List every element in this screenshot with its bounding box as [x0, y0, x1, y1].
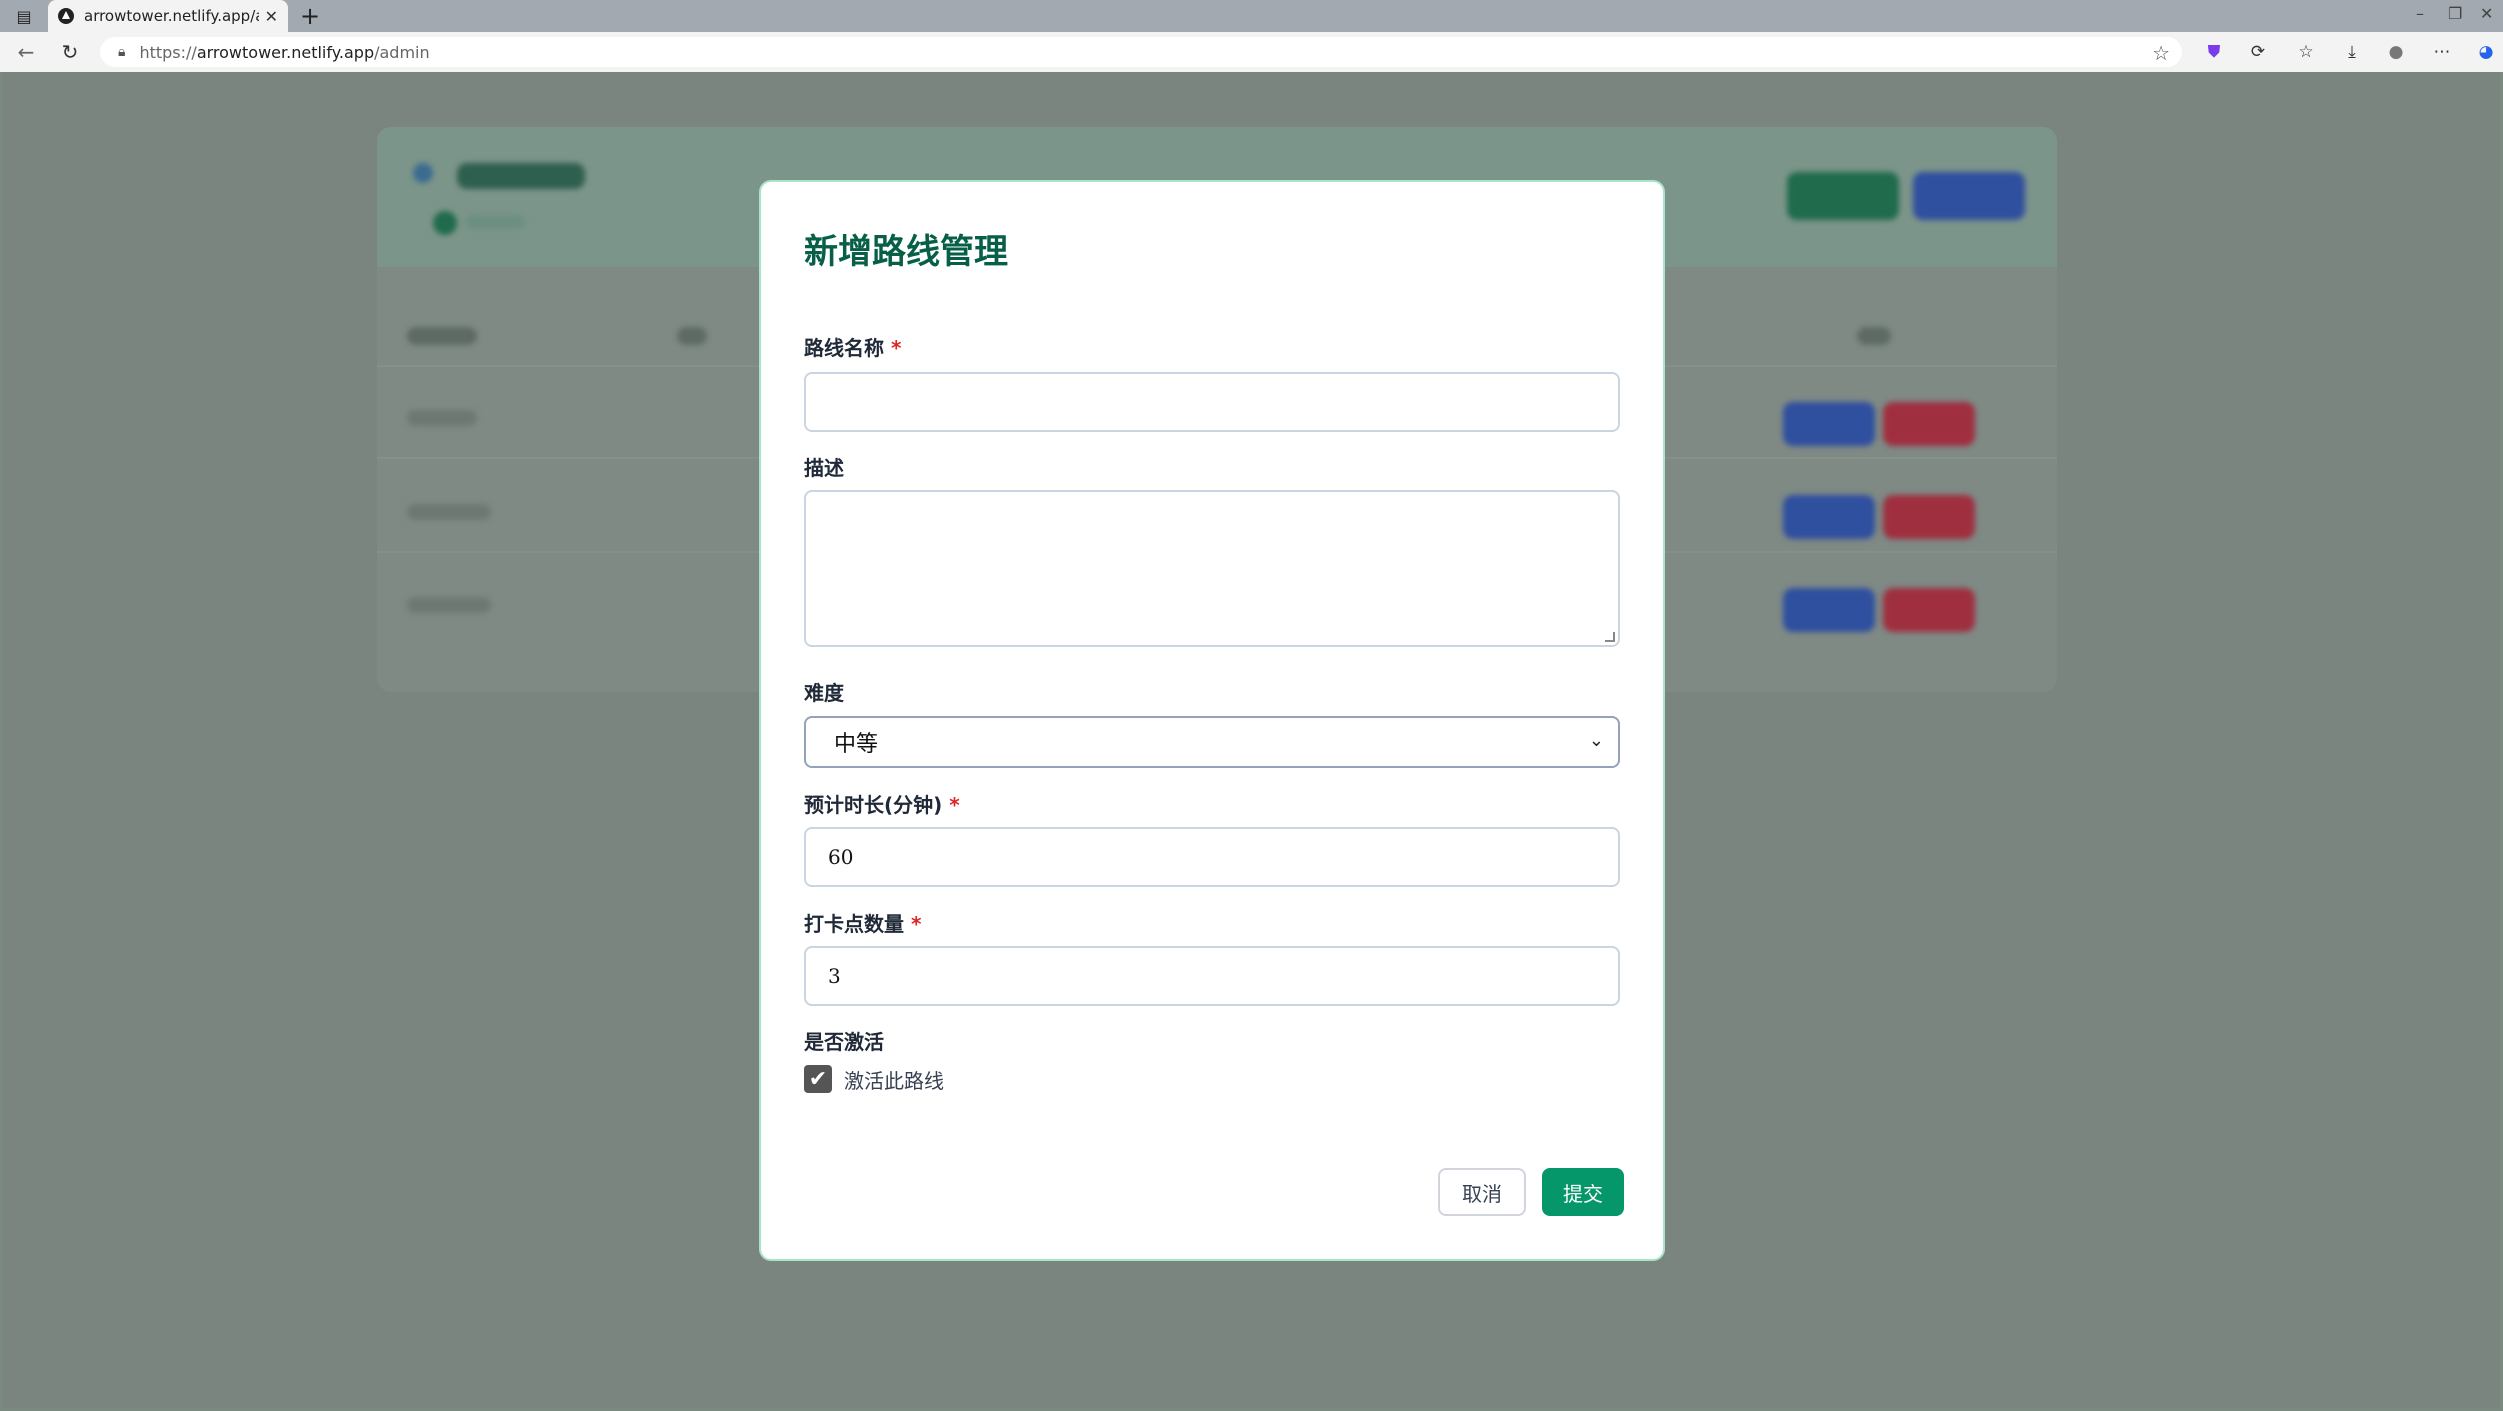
checkmark-icon: ✔ — [808, 1066, 828, 1092]
background-col-header-blur — [1857, 327, 1891, 345]
checkpoints-input[interactable]: 3 — [804, 946, 1620, 1006]
back-icon[interactable]: ← — [12, 38, 40, 66]
downloads-icon[interactable]: ⤓ — [2340, 40, 2364, 64]
new-tab-icon[interactable]: + — [300, 2, 320, 30]
description-label: 描述 — [804, 456, 844, 480]
background-edit-button-blur — [1783, 495, 1875, 539]
background-subtitle-blur — [465, 215, 525, 229]
description-textarea[interactable] — [804, 490, 1620, 647]
route-name-input[interactable] — [804, 372, 1620, 432]
difficulty-select[interactable]: 中等 ⌄ — [804, 716, 1620, 768]
window-close-icon[interactable]: ✕ — [2480, 4, 2493, 23]
modal-title: 新增路线管理 — [804, 232, 1008, 272]
chevron-down-icon: ⌄ — [1588, 730, 1604, 751]
required-mark: * — [949, 793, 960, 817]
background-edit-button-blur — [1783, 402, 1875, 446]
checkpoints-label: 打卡点数量 * — [804, 912, 922, 936]
difficulty-label: 难度 — [804, 681, 844, 705]
required-mark: * — [910, 912, 922, 936]
background-delete-button-blur — [1883, 588, 1975, 632]
minimize-icon[interactable]: – — [2416, 4, 2424, 23]
reload-icon[interactable]: ↻ — [56, 38, 84, 66]
active-label: 是否激活 — [804, 1030, 884, 1054]
active-checkbox[interactable]: ✔ — [804, 1065, 832, 1093]
profile-avatar-icon[interactable]: ● — [2384, 40, 2408, 64]
add-route-modal: 新增路线管理 路线名称 * 描述 难度 中等 ⌄ 预计时长(分钟) * 60 打… — [759, 180, 1665, 1261]
background-cell-blur — [407, 504, 491, 520]
resize-grip-icon[interactable] — [1605, 632, 1615, 642]
background-badge-blur — [433, 211, 457, 235]
tab-title: arrowtower.netlify.app/ad — [84, 7, 259, 25]
restore-icon[interactable]: ❐ — [2448, 4, 2462, 23]
extensions-icon[interactable]: ⟳ — [2246, 40, 2270, 64]
background-edit-button-blur — [1783, 588, 1875, 632]
browser-toolbar: ← ↻ 🔒︎ https://arrowtower.netlify.app/ad… — [0, 32, 2503, 72]
background-title-blur — [457, 163, 585, 189]
difficulty-selected-value: 中等 — [834, 732, 879, 757]
address-bar[interactable]: 🔒︎ https://arrowtower.netlify.app/admin … — [100, 37, 2182, 67]
background-col-header-blur — [677, 327, 707, 345]
more-menu-icon[interactable]: ⋯ — [2430, 40, 2454, 64]
tab-close-icon[interactable]: ✕ — [265, 7, 278, 26]
bookmark-star-icon[interactable]: ☆ — [2152, 41, 2170, 65]
lock-icon: 🔒︎ — [118, 44, 126, 60]
sidebar-toggle-icon[interactable]: ▤ — [10, 4, 38, 28]
cancel-button[interactable]: 取消 — [1438, 1168, 1526, 1216]
background-blue-button-blur — [1913, 172, 2025, 220]
url-text: https://arrowtower.netlify.app/admin — [139, 42, 430, 62]
duration-input[interactable]: 60 — [804, 827, 1620, 887]
background-green-button-blur — [1787, 172, 1899, 220]
required-mark: * — [890, 336, 902, 360]
browser-tab[interactable]: arrowtower.netlify.app/ad ✕ — [48, 0, 288, 32]
duration-label: 预计时长(分钟) * — [804, 793, 960, 817]
copilot-icon[interactable]: ◕ — [2474, 40, 2498, 64]
extension-shield-icon[interactable]: ⛊ — [2202, 40, 2226, 64]
background-icon-blur — [413, 163, 433, 183]
background-col-header-blur — [407, 327, 477, 345]
favorites-icon[interactable]: ☆ — [2294, 40, 2318, 64]
site-favicon-icon — [58, 8, 74, 24]
route-name-label: 路线名称 * — [804, 336, 902, 360]
background-cell-blur — [407, 597, 491, 613]
background-cell-blur — [407, 410, 477, 426]
browser-tab-strip: ▤ arrowtower.netlify.app/ad ✕ + – ❐ ✕ — [0, 0, 2503, 32]
background-delete-button-blur — [1883, 495, 1975, 539]
background-delete-button-blur — [1883, 402, 1975, 446]
submit-button[interactable]: 提交 — [1542, 1168, 1624, 1216]
active-checkbox-label[interactable]: 激活此路线 — [844, 1065, 944, 1094]
